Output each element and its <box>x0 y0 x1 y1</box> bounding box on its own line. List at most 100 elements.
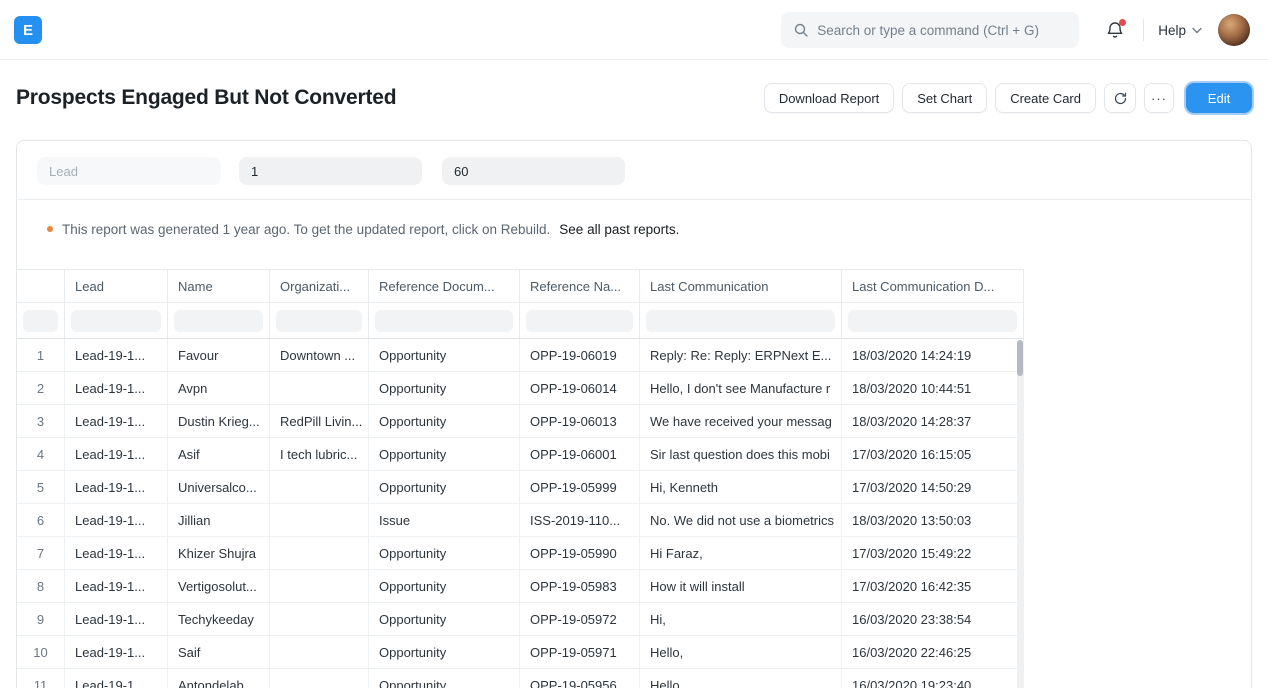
column-filter-input[interactable] <box>848 310 1017 332</box>
table-cell[interactable]: OPP-19-05990 <box>520 537 640 569</box>
table-cell[interactable]: Asif <box>168 438 270 470</box>
table-cell[interactable]: Hi Faraz, <box>640 537 842 569</box>
table-cell[interactable]: 16/03/2020 22:46:25 <box>842 636 1024 668</box>
table-cell[interactable]: OPP-19-05956 <box>520 669 640 688</box>
row-number-cell[interactable]: 9 <box>17 603 65 635</box>
table-cell[interactable]: Opportunity <box>369 636 520 668</box>
table-cell[interactable]: Dustin Krieg... <box>168 405 270 437</box>
table-cell[interactable]: Lead-19-1... <box>65 438 168 470</box>
table-cell[interactable]: Opportunity <box>369 405 520 437</box>
see-past-reports-link[interactable]: See all past reports. <box>559 222 679 237</box>
row-number-cell[interactable]: 8 <box>17 570 65 602</box>
table-cell[interactable] <box>270 471 369 503</box>
table-cell[interactable]: No. We did not use a biometrics <box>640 504 842 536</box>
table-cell[interactable] <box>270 636 369 668</box>
create-card-button[interactable]: Create Card <box>995 83 1096 113</box>
filter-lead-input[interactable] <box>37 157 221 185</box>
row-number-cell[interactable]: 2 <box>17 372 65 404</box>
table-cell[interactable]: Lead-19-1... <box>65 504 168 536</box>
table-cell[interactable] <box>270 537 369 569</box>
table-cell[interactable]: Avpn <box>168 372 270 404</box>
column-header-reference-document[interactable]: Reference Docum... <box>369 270 520 302</box>
table-cell[interactable]: Opportunity <box>369 339 520 371</box>
table-cell[interactable]: Downtown ... <box>270 339 369 371</box>
row-number-cell[interactable]: 1 <box>17 339 65 371</box>
table-cell[interactable]: Lead-19-1... <box>65 471 168 503</box>
table-cell[interactable]: Opportunity <box>369 603 520 635</box>
table-cell[interactable] <box>270 570 369 602</box>
table-cell[interactable]: Lead-19-1... <box>65 636 168 668</box>
table-cell[interactable]: Lead-19-1... <box>65 570 168 602</box>
table-cell[interactable]: 18/03/2020 14:24:19 <box>842 339 1024 371</box>
column-filter-input[interactable] <box>276 310 362 332</box>
table-cell[interactable]: Favour <box>168 339 270 371</box>
table-cell[interactable]: 18/03/2020 13:50:03 <box>842 504 1024 536</box>
row-number-cell[interactable]: 7 <box>17 537 65 569</box>
user-avatar[interactable] <box>1218 14 1250 46</box>
table-cell[interactable]: 18/03/2020 10:44:51 <box>842 372 1024 404</box>
table-cell[interactable]: 18/03/2020 14:28:37 <box>842 405 1024 437</box>
row-number-cell[interactable]: 4 <box>17 438 65 470</box>
download-report-button[interactable]: Download Report <box>764 83 894 113</box>
column-filter-input[interactable] <box>646 310 835 332</box>
row-number-cell[interactable]: 5 <box>17 471 65 503</box>
refresh-button[interactable] <box>1104 83 1136 113</box>
edit-button[interactable]: Edit <box>1186 83 1252 113</box>
table-cell[interactable]: Hello, <box>640 636 842 668</box>
table-cell[interactable]: Lead-19-1... <box>65 669 168 688</box>
column-filter-input[interactable] <box>71 310 161 332</box>
table-cell[interactable]: Lead-19-1... <box>65 339 168 371</box>
table-cell[interactable]: RedPill Livin... <box>270 405 369 437</box>
column-filter-input[interactable] <box>174 310 263 332</box>
table-cell[interactable]: 17/03/2020 14:50:29 <box>842 471 1024 503</box>
table-cell[interactable] <box>270 372 369 404</box>
table-cell[interactable]: How it will install <box>640 570 842 602</box>
table-cell[interactable]: Issue <box>369 504 520 536</box>
column-filter-input[interactable] <box>23 310 58 332</box>
table-cell[interactable]: Hello, I don't see Manufacture r <box>640 372 842 404</box>
table-scrollbar-thumb[interactable] <box>1017 340 1023 376</box>
column-filter-input[interactable] <box>526 310 633 332</box>
table-cell[interactable]: OPP-19-06013 <box>520 405 640 437</box>
table-cell[interactable]: 17/03/2020 15:49:22 <box>842 537 1024 569</box>
table-cell[interactable]: Vertigosolut... <box>168 570 270 602</box>
column-header-reference-name[interactable]: Reference Na... <box>520 270 640 302</box>
table-cell[interactable]: OPP-19-05972 <box>520 603 640 635</box>
table-cell[interactable]: OPP-19-06001 <box>520 438 640 470</box>
table-cell[interactable]: 16/03/2020 19:23:40 <box>842 669 1024 688</box>
table-cell[interactable]: Lead-19-1... <box>65 405 168 437</box>
table-cell[interactable]: Hi, Kenneth <box>640 471 842 503</box>
table-cell[interactable] <box>270 603 369 635</box>
table-cell[interactable]: Lead-19-1... <box>65 372 168 404</box>
table-scrollbar[interactable] <box>1017 340 1023 688</box>
table-cell[interactable]: OPP-19-05983 <box>520 570 640 602</box>
table-cell[interactable]: 17/03/2020 16:15:05 <box>842 438 1024 470</box>
table-cell[interactable]: Hello, <box>640 669 842 688</box>
column-header-lead[interactable]: Lead <box>65 270 168 302</box>
table-cell[interactable]: I tech lubric... <box>270 438 369 470</box>
set-chart-button[interactable]: Set Chart <box>902 83 987 113</box>
table-cell[interactable]: Opportunity <box>369 570 520 602</box>
row-number-cell[interactable]: 11 <box>17 669 65 688</box>
help-menu[interactable]: Help <box>1158 23 1202 38</box>
table-cell[interactable]: Opportunity <box>369 372 520 404</box>
table-cell[interactable]: Saif <box>168 636 270 668</box>
table-cell[interactable]: Opportunity <box>369 471 520 503</box>
table-cell[interactable]: Antondelab... <box>168 669 270 688</box>
table-cell[interactable]: 17/03/2020 16:42:35 <box>842 570 1024 602</box>
table-cell[interactable] <box>270 504 369 536</box>
table-cell[interactable]: Techykeeday <box>168 603 270 635</box>
table-cell[interactable]: Khizer Shujra <box>168 537 270 569</box>
table-cell[interactable]: OPP-19-05999 <box>520 471 640 503</box>
column-filter-input[interactable] <box>375 310 513 332</box>
table-cell[interactable] <box>270 669 369 688</box>
row-number-cell[interactable]: 6 <box>17 504 65 536</box>
filter-value-1-input[interactable] <box>239 157 422 185</box>
table-cell[interactable]: Opportunity <box>369 438 520 470</box>
table-cell[interactable]: Lead-19-1... <box>65 603 168 635</box>
table-cell[interactable]: Universalco... <box>168 471 270 503</box>
filter-value-2-input[interactable] <box>442 157 625 185</box>
table-cell[interactable]: OPP-19-05971 <box>520 636 640 668</box>
table-cell[interactable]: We have received your messag <box>640 405 842 437</box>
row-number-cell[interactable]: 3 <box>17 405 65 437</box>
